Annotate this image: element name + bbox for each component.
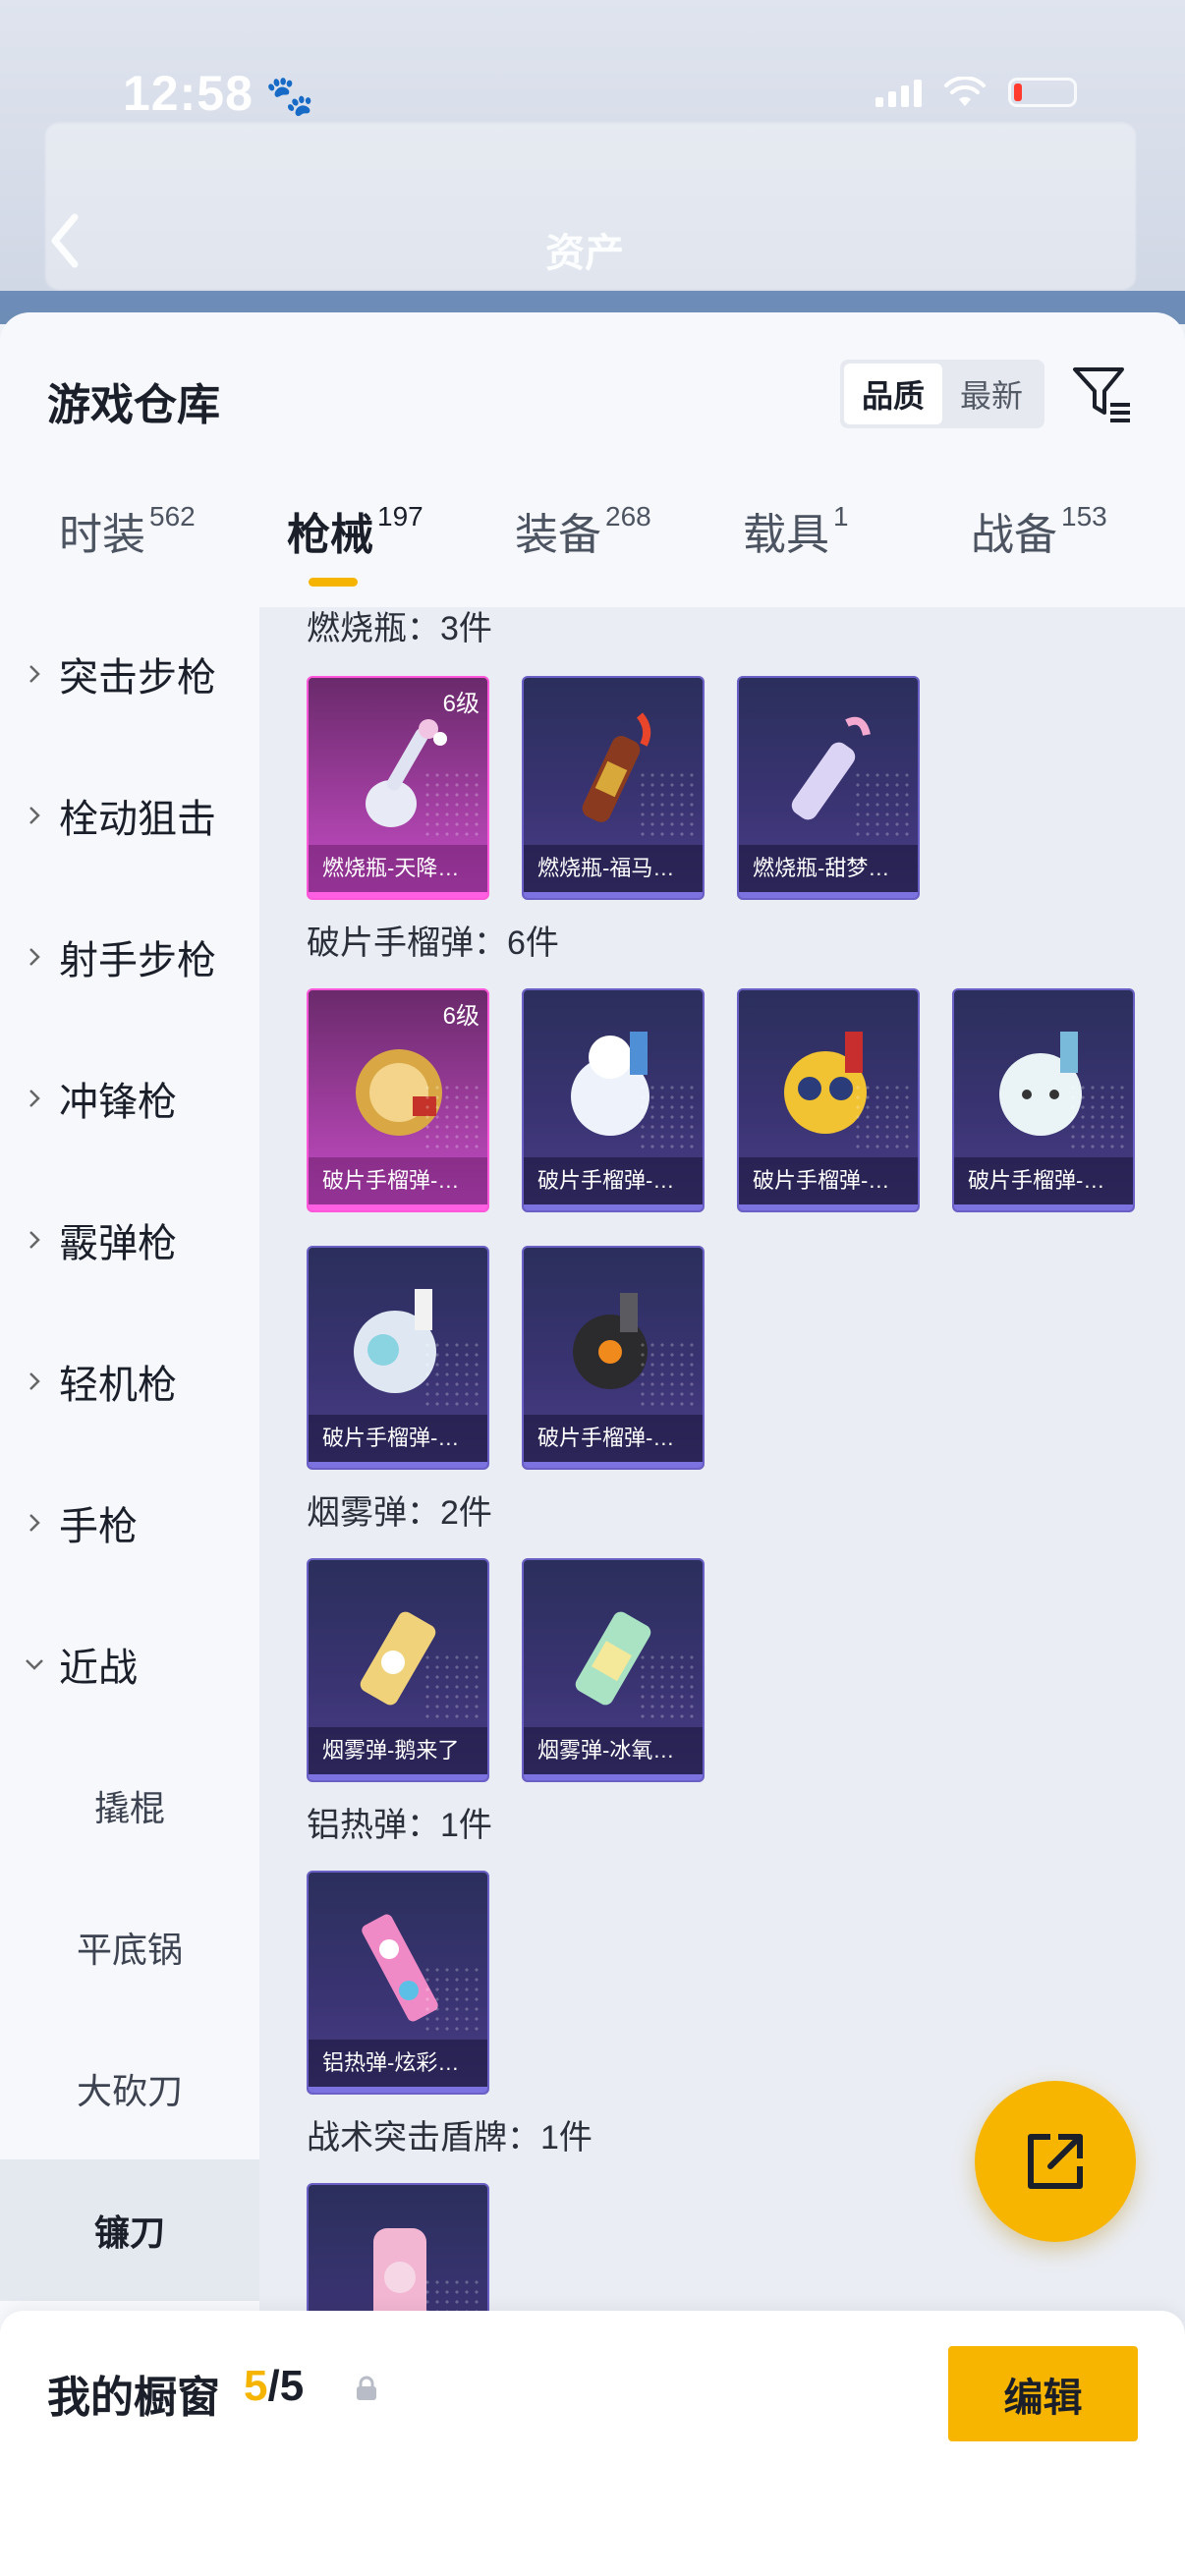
sidebar-item-marksman-rifle[interactable]: 射手步枪: [0, 886, 259, 1028]
paw-icon: 🐾: [265, 75, 314, 118]
category-tabs: 时装 562 枪械 197 装备 268 载具 1 战备 153: [0, 499, 1185, 597]
sidebar-subitem-machete[interactable]: 大砍刀: [0, 2018, 259, 2159]
status-time: 12:58: [123, 66, 254, 121]
share-button[interactable]: [975, 2081, 1136, 2242]
tab-count: 1: [833, 501, 849, 532]
section-title-smoke-grenade: 烟雾弹：2件: [307, 1494, 492, 1532]
wifi-icon: [944, 77, 986, 106]
chevron-down-icon: [26, 1659, 43, 1670]
tab-count: 153: [1061, 501, 1107, 532]
item-name: 燃烧瓶-福马…: [524, 845, 703, 892]
tab-equipment[interactable]: 装备 268: [515, 499, 651, 562]
showcase-title: 我的橱窗: [47, 2374, 220, 2422]
item-name: 燃烧瓶-甜梦…: [739, 845, 918, 892]
sidebar-item-label: 手枪: [59, 1505, 138, 1548]
weapon-sidebar: 突击步枪 栓动狙击 射手步枪 冲锋枪 霰弹枪 轻机枪 手枪 近战 撬棍 平底锅 …: [0, 607, 259, 2435]
item-name: 铝热弹-炫彩…: [309, 2040, 487, 2087]
sidebar-item-label: 栓动狙击: [59, 798, 216, 841]
signal-icon: [875, 78, 922, 107]
section-title-tactical-shield: 战术突击盾牌：1件: [307, 2119, 592, 2156]
external-link-icon: [1028, 2134, 1083, 2189]
item-name: 破片手榴弹-…: [739, 1157, 918, 1204]
sidebar-item-label: 射手步枪: [59, 939, 216, 982]
chevron-right-icon: [29, 665, 40, 683]
sidebar-subitem-sickle[interactable]: 镰刀: [0, 2159, 259, 2301]
sort-quality-option[interactable]: 品质: [844, 364, 942, 424]
chevron-right-icon: [29, 1514, 40, 1532]
item-name: 破片手榴弹-…: [524, 1415, 703, 1462]
item-name: 烟雾弹-鹅来了: [309, 1727, 487, 1774]
chevron-right-icon: [29, 948, 40, 966]
edit-button[interactable]: 编辑: [948, 2346, 1138, 2441]
tab-label: 战备: [971, 511, 1057, 559]
item-name: 破片手榴弹-…: [524, 1157, 703, 1204]
sidebar-item-assault-rifle[interactable]: 突击步枪: [0, 603, 259, 745]
tab-supplies[interactable]: 战备 153: [971, 499, 1107, 562]
active-tab-indicator: [309, 578, 358, 587]
sidebar-item-smg[interactable]: 冲锋枪: [0, 1028, 259, 1169]
back-arrow-icon[interactable]: [45, 211, 85, 270]
showcase-bar: 我的橱窗 5/5 编辑: [0, 2311, 1185, 2576]
item-card[interactable]: 破片手榴弹-…: [522, 988, 705, 1212]
sidebar-item-lmg[interactable]: 轻机枪: [0, 1311, 259, 1452]
tab-fashion[interactable]: 时装 562: [59, 499, 196, 562]
background-title: 资产: [545, 232, 624, 275]
tab-count: 197: [377, 501, 423, 532]
item-card[interactable]: 破片手榴弹-…: [522, 1246, 705, 1470]
warehouse-sheet: 游戏仓库 品质 最新 时装 562 枪械 197 装备 268 载具 1 战备 …: [0, 312, 1185, 2576]
tab-count: 268: [605, 501, 651, 532]
sidebar-item-label: 冲锋枪: [59, 1081, 177, 1124]
battery-icon: [1008, 78, 1077, 107]
item-card[interactable]: 破片手榴弹-…: [737, 988, 920, 1212]
item-card[interactable]: 烟雾弹-鹅来了: [307, 1558, 489, 1782]
item-card[interactable]: 燃烧瓶-甜梦…: [737, 676, 920, 900]
tab-label: 时装: [59, 511, 145, 559]
item-name: 烟雾弹-冰氧…: [524, 1727, 703, 1774]
sidebar-subitem-pan[interactable]: 平底锅: [0, 1876, 259, 2018]
showcase-count-total: /5: [267, 2362, 305, 2410]
tab-firearms[interactable]: 枪械 197: [287, 499, 423, 562]
section-title-molotov: 燃烧瓶：3件: [307, 610, 492, 647]
item-name: 破片手榴弹-…: [954, 1157, 1133, 1204]
tab-count: 562: [149, 501, 196, 532]
chevron-right-icon: [29, 1372, 40, 1390]
tab-label: 枪械: [287, 511, 373, 559]
sidebar-subitem-crowbar[interactable]: 撬棍: [0, 1735, 259, 1876]
item-card[interactable]: 6级 破片手榴弹-…: [307, 988, 489, 1212]
sidebar-item-label: 近战: [59, 1647, 138, 1690]
section-title-frag-grenade: 破片手榴弹：6件: [307, 924, 559, 962]
chevron-right-icon: [29, 1231, 40, 1249]
sidebar-item-pistol[interactable]: 手枪: [0, 1452, 259, 1594]
filter-icon[interactable]: [1071, 362, 1134, 424]
lock-icon: [357, 2376, 376, 2400]
item-card[interactable]: 破片手榴弹-…: [952, 988, 1135, 1212]
item-card[interactable]: 破片手榴弹-…: [307, 1246, 489, 1470]
item-grid: 燃烧瓶：3件 6级 燃烧瓶-天降… 燃烧瓶-福马… 燃烧瓶-甜梦… 破片手榴弹：…: [259, 607, 1185, 2336]
chevron-right-icon: [29, 807, 40, 824]
chevron-right-icon: [29, 1090, 40, 1107]
sort-toggle: 品质 最新: [840, 360, 1044, 428]
tab-label: 载具: [743, 511, 829, 559]
showcase-count-current: 5: [244, 2362, 268, 2410]
tab-vehicles[interactable]: 载具 1: [743, 499, 849, 562]
item-name: 破片手榴弹-…: [309, 1415, 487, 1462]
item-card[interactable]: 铝热弹-炫彩…: [307, 1871, 489, 2095]
section-title-thermite: 铝热弹：1件: [307, 1807, 492, 1844]
sidebar-item-melee[interactable]: 近战: [0, 1594, 259, 1735]
sidebar-item-label: 霰弹枪: [59, 1222, 177, 1265]
sort-newest-option[interactable]: 最新: [942, 364, 1041, 424]
item-card[interactable]: 燃烧瓶-福马…: [522, 676, 705, 900]
sidebar-item-label: 轻机枪: [59, 1364, 177, 1407]
tab-label: 装备: [515, 511, 601, 559]
sidebar-item-shotgun[interactable]: 霰弹枪: [0, 1169, 259, 1311]
item-card[interactable]: 烟雾弹-冰氧…: [522, 1558, 705, 1782]
sidebar-item-label: 突击步枪: [59, 656, 216, 700]
showcase-count: 5/5: [244, 2362, 304, 2411]
item-name: 破片手榴弹-…: [309, 1157, 487, 1204]
status-icons: [875, 77, 1077, 108]
sidebar-item-bolt-sniper[interactable]: 栓动狙击: [0, 745, 259, 886]
sheet-title: 游戏仓库: [47, 381, 220, 429]
item-card[interactable]: 6级 燃烧瓶-天降…: [307, 676, 489, 900]
item-name: 燃烧瓶-天降…: [309, 845, 487, 892]
